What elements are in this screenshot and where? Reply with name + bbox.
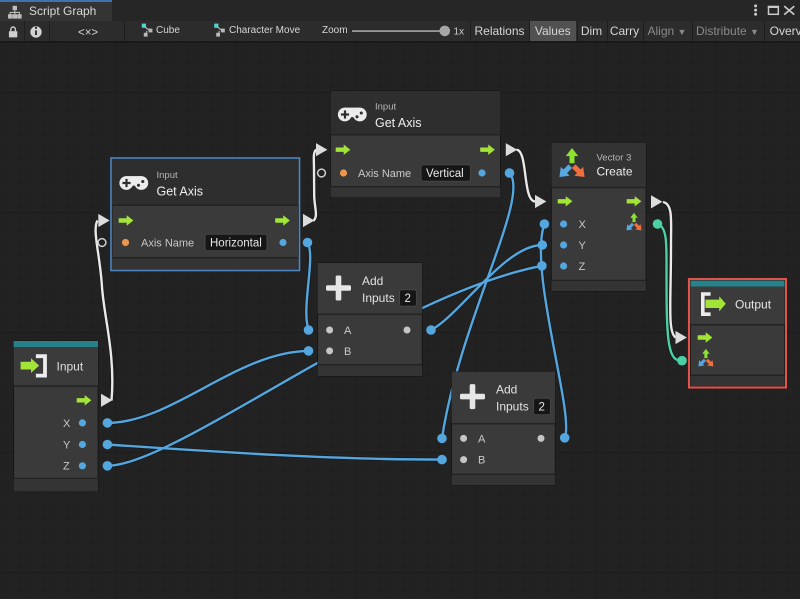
- svg-text:Add: Add: [362, 274, 383, 288]
- svg-text:Get Axis: Get Axis: [375, 116, 422, 130]
- svg-text:Output: Output: [735, 297, 772, 311]
- svg-text:Axis Name: Axis Name: [358, 168, 411, 180]
- svg-text:2: 2: [405, 293, 411, 305]
- svg-text:Inputs: Inputs: [362, 291, 395, 305]
- svg-text:1x: 1x: [454, 27, 465, 38]
- svg-text:A: A: [478, 433, 486, 445]
- svg-text:Z: Z: [63, 461, 70, 473]
- svg-text:Y: Y: [63, 439, 71, 451]
- svg-text:B: B: [344, 346, 351, 358]
- svg-text:Input: Input: [57, 359, 84, 373]
- svg-text:Horizontal: Horizontal: [210, 238, 262, 250]
- svg-text:Y: Y: [579, 240, 587, 252]
- svg-text:Vertical: Vertical: [426, 168, 464, 180]
- svg-text:Add: Add: [496, 383, 517, 397]
- svg-text:Get Axis: Get Axis: [157, 184, 204, 198]
- svg-text:Input: Input: [375, 101, 396, 112]
- svg-text:Z: Z: [579, 261, 586, 273]
- svg-text:Vector 3: Vector 3: [597, 152, 632, 163]
- svg-text:A: A: [344, 325, 352, 337]
- svg-text:<×>: <×>: [78, 27, 98, 39]
- svg-text:2: 2: [539, 402, 545, 414]
- svg-text:Input: Input: [157, 170, 178, 181]
- svg-text:Inputs: Inputs: [496, 400, 529, 414]
- svg-text:B: B: [478, 455, 485, 467]
- svg-text:Axis Name: Axis Name: [141, 237, 194, 249]
- svg-text:X: X: [579, 219, 587, 231]
- svg-text:Create: Create: [597, 164, 633, 178]
- svg-text:X: X: [63, 418, 71, 430]
